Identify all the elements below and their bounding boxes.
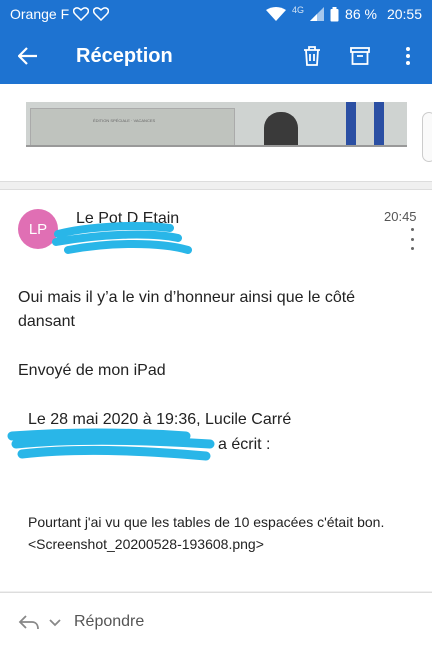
photo-screen-caption: ÉDITION SPÉCIALE · VACANCES xyxy=(93,118,156,123)
quoted-text: Pourtant j'ai vu que les tables de 10 es… xyxy=(28,514,385,530)
page-title: Réception xyxy=(76,44,173,67)
delete-button[interactable] xyxy=(288,28,336,84)
avatar[interactable]: LP xyxy=(18,209,58,249)
message-card: LP Le Pot D Etain 20:45 Oui mais il y’a … xyxy=(0,189,432,591)
carrier-label: Orange F xyxy=(10,6,70,22)
redaction-scribble xyxy=(7,428,215,461)
quote-header: Le 28 mai 2020 à 19:36, Lucile Carré xyxy=(28,411,292,428)
status-bar: Orange F 4G 86 % 20:55 xyxy=(0,0,432,28)
reply-button[interactable]: Répondre xyxy=(74,613,144,631)
trash-icon xyxy=(304,46,320,66)
reply-icon xyxy=(18,614,39,629)
more-options-button[interactable] xyxy=(384,28,432,84)
reply-bar[interactable]: Répondre xyxy=(0,592,432,650)
photo-screen: ÉDITION SPÉCIALE · VACANCES xyxy=(30,108,235,147)
signal-icon xyxy=(310,7,325,21)
photo-flag xyxy=(346,102,356,147)
app-bar: Réception xyxy=(0,28,432,84)
photo-person xyxy=(264,112,298,147)
quote-wrote: a écrit : xyxy=(218,436,271,453)
heart-icon xyxy=(93,7,110,21)
attachment-link[interactable]: <Screenshot_20200528-193608.png> xyxy=(28,533,398,555)
photo-flag xyxy=(374,102,384,147)
message-more-button[interactable] xyxy=(402,228,422,250)
more-vertical-icon xyxy=(406,47,410,65)
arrow-left-icon xyxy=(18,47,37,65)
signature: Envoyé de mon iPad xyxy=(18,362,166,379)
quoted-body: Pourtant j'ai vu que les tables de 10 es… xyxy=(28,511,398,555)
clock: 20:55 xyxy=(386,6,422,22)
network-label: 4G xyxy=(292,5,305,15)
attached-photo[interactable]: ÉDITION SPÉCIALE · VACANCES xyxy=(26,102,407,147)
scroll-handle[interactable] xyxy=(422,112,432,162)
heart-icon xyxy=(73,7,90,21)
message-body: Oui mais il y’a le vin d’honneur ainsi q… xyxy=(18,289,356,330)
chevron-down-icon[interactable] xyxy=(48,617,62,627)
message-time: 20:45 xyxy=(384,209,417,224)
back-button[interactable] xyxy=(0,28,56,84)
previous-message-card[interactable]: ÉDITION SPÉCIALE · VACANCES xyxy=(0,84,432,182)
archive-icon xyxy=(350,47,370,65)
battery-icon xyxy=(330,6,339,21)
photo-ledge xyxy=(26,145,407,147)
archive-button[interactable] xyxy=(336,28,384,84)
battery-label: 86 % xyxy=(345,6,377,22)
wifi-icon xyxy=(266,7,287,21)
sender-name[interactable]: Le Pot D Etain xyxy=(76,210,179,228)
